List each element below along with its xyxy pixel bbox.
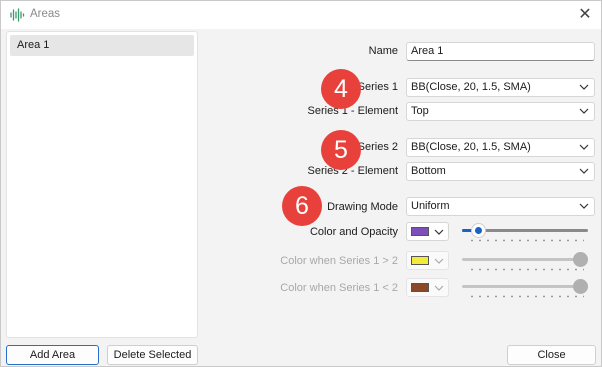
slider-thumb-dot <box>475 227 483 234</box>
slider-track <box>462 285 588 288</box>
waveform-icon <box>10 8 25 22</box>
slider-thumb[interactable] <box>573 279 588 294</box>
chevron-down-icon <box>434 285 444 291</box>
series2-value: BB(Close, 20, 1.5, SMA) <box>411 141 531 153</box>
slider-thumb[interactable] <box>471 223 487 238</box>
callout-badge: 5 <box>321 130 361 170</box>
color-lt-picker-button[interactable] <box>406 278 449 297</box>
series2-element-label: Series 2 - Element <box>307 165 398 177</box>
series1-label: Series 1 <box>357 81 398 93</box>
color-swatch <box>411 256 429 265</box>
color-swatch <box>411 227 429 236</box>
chevron-down-icon <box>434 229 444 235</box>
color-opacity-label: Color and Opacity <box>309 226 398 238</box>
slider-ticks <box>468 295 584 298</box>
slider-thumb-dot <box>577 256 584 263</box>
series1-select[interactable]: BB(Close, 20, 1.5, SMA) <box>406 78 595 97</box>
close-window-icon[interactable]: ✕ <box>574 4 596 26</box>
chevron-down-icon <box>579 144 589 150</box>
areas-dialog: Areas ✕ Area 1 Add Area Delete Selected … <box>0 0 602 367</box>
series1-element-label: Series 1 - Element <box>307 105 398 117</box>
color-lt-opacity-slider[interactable] <box>460 279 590 301</box>
series2-select[interactable]: BB(Close, 20, 1.5, SMA) <box>406 138 595 157</box>
callout-badge: 6 <box>282 186 322 226</box>
dialog-body: Area 1 Add Area Delete Selected Close Na… <box>1 29 601 366</box>
callout-badge: 4 <box>321 69 361 109</box>
add-area-button[interactable]: Add Area <box>6 345 99 365</box>
drawing-mode-label: Drawing Mode <box>327 201 398 213</box>
name-input[interactable]: Area 1 <box>406 42 595 61</box>
series1-element-select[interactable]: Top <box>406 102 595 121</box>
slider-thumb[interactable] <box>573 252 588 267</box>
chevron-down-icon <box>579 84 589 90</box>
slider-ticks <box>468 239 584 242</box>
series1-element-value: Top <box>411 105 429 117</box>
slider-ticks <box>468 268 584 271</box>
area-list[interactable]: Area 1 <box>6 31 198 338</box>
series2-element-value: Bottom <box>411 165 446 177</box>
drawing-mode-value: Uniform <box>411 200 450 212</box>
opacity-slider[interactable] <box>460 223 590 245</box>
title-bar: Areas ✕ <box>1 1 601 29</box>
drawing-mode-select[interactable]: Uniform <box>406 197 595 216</box>
chevron-down-icon <box>434 258 444 264</box>
color-gt-label: Color when Series 1 > 2 <box>280 255 398 267</box>
name-label: Name <box>368 45 398 57</box>
color-swatch <box>411 283 429 292</box>
color-gt-opacity-slider[interactable] <box>460 252 590 274</box>
series2-element-select[interactable]: Bottom <box>406 162 595 181</box>
chevron-down-icon <box>579 168 589 174</box>
color-picker-button[interactable] <box>406 222 449 241</box>
slider-thumb-dot <box>577 283 584 290</box>
color-gt-picker-button[interactable] <box>406 251 449 270</box>
window-title: Areas <box>30 8 61 20</box>
list-item-area[interactable]: Area 1 <box>10 35 194 56</box>
series2-label: Series 2 <box>357 141 398 153</box>
delete-selected-button[interactable]: Delete Selected <box>107 345 198 365</box>
chevron-down-icon <box>579 108 589 114</box>
close-button[interactable]: Close <box>507 345 596 365</box>
series1-value: BB(Close, 20, 1.5, SMA) <box>411 81 531 93</box>
color-lt-label: Color when Series 1 < 2 <box>280 282 398 294</box>
chevron-down-icon <box>579 203 589 209</box>
slider-track <box>462 258 588 261</box>
